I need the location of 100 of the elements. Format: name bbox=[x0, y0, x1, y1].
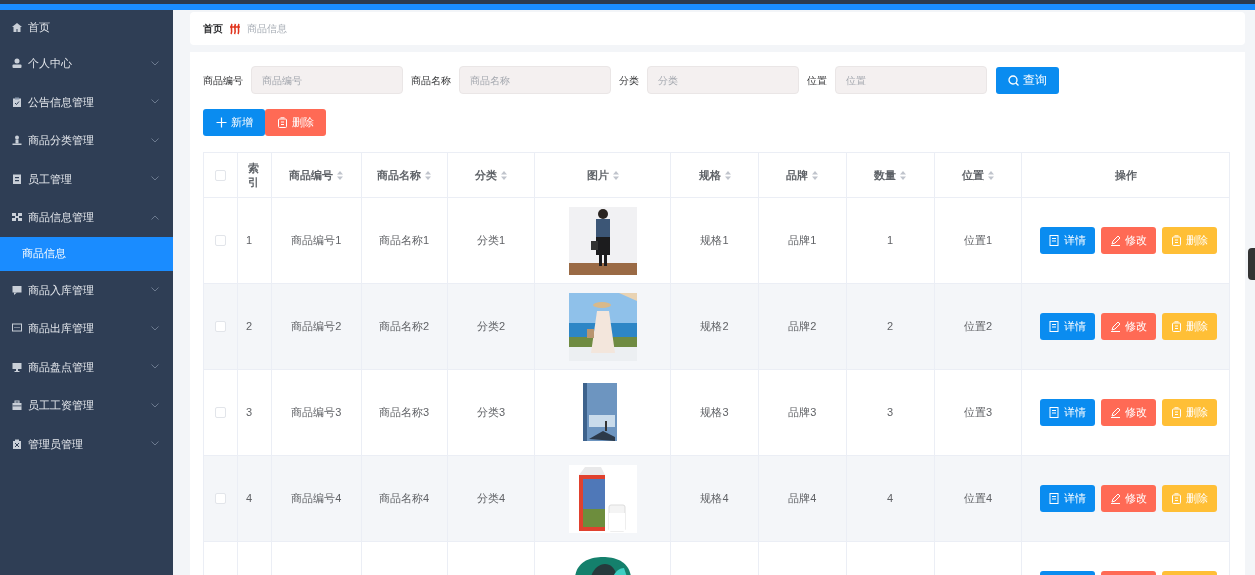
document-icon bbox=[1049, 493, 1061, 504]
table-cell-text: 位置3 bbox=[963, 405, 993, 421]
plus-icon bbox=[215, 117, 227, 128]
menu-item[interactable]: 商品信息管理 bbox=[0, 198, 173, 237]
table-cell-text: 1 bbox=[887, 233, 894, 249]
trash-icon bbox=[277, 117, 288, 128]
sort-icon bbox=[812, 170, 819, 180]
input-field[interactable]: 位置 bbox=[835, 66, 987, 94]
column-header[interactable]: 商品名称 bbox=[377, 166, 422, 184]
table-cell-text: 位置1 bbox=[963, 233, 993, 249]
table-cell-text: 规格2 bbox=[700, 319, 729, 335]
breadcrumb-item[interactable]: 首页 bbox=[203, 21, 223, 36]
document-icon bbox=[12, 173, 22, 184]
home-icon bbox=[12, 22, 22, 32]
menu-item[interactable]: 商品出库管理 bbox=[0, 309, 173, 348]
table-cell-text: 4 bbox=[245, 491, 253, 507]
detail-button[interactable]: 详情 bbox=[1040, 485, 1096, 512]
search-icon bbox=[1008, 74, 1019, 86]
table-cell-text: 品牌3 bbox=[788, 405, 817, 421]
sort-icon bbox=[900, 170, 907, 180]
table-cell-text: 品牌2 bbox=[788, 319, 817, 335]
sort-icon bbox=[724, 170, 731, 180]
detail-button[interactable]: 详情 bbox=[1040, 313, 1096, 340]
table-cell-text: 规格4 bbox=[700, 491, 729, 507]
column-header[interactable]: 规格 bbox=[698, 166, 721, 184]
table-cell-text: 位置4 bbox=[963, 491, 993, 507]
checkbox[interactable] bbox=[214, 493, 226, 504]
trash-icon bbox=[12, 438, 22, 449]
table-cell-text: 分类4 bbox=[476, 491, 505, 507]
table-cell-text: 品牌1 bbox=[788, 233, 817, 249]
checkbox[interactable] bbox=[214, 407, 226, 418]
add-button[interactable]: 新增 bbox=[203, 109, 265, 136]
table-cell-text: 商品编号4 bbox=[291, 491, 342, 507]
table-cell-text: 1 bbox=[245, 233, 253, 249]
detail-button[interactable]: 详情 bbox=[1040, 399, 1096, 426]
figure-icon bbox=[12, 135, 22, 146]
table-cell-text: 商品编号1 bbox=[291, 233, 342, 249]
checkbox[interactable] bbox=[214, 235, 226, 246]
search-button[interactable]: 查询 bbox=[996, 66, 1059, 94]
input-field[interactable]: 商品名称 bbox=[459, 66, 611, 94]
field-label: 位置 bbox=[807, 73, 827, 88]
table-cell-text: 位置2 bbox=[963, 319, 993, 335]
menu-item[interactable]: 员工工资管理 bbox=[0, 386, 173, 425]
table-cell-text: 商品名称1 bbox=[379, 233, 430, 249]
column-header[interactable]: 分类 bbox=[474, 166, 497, 184]
table-cell-text: 3 bbox=[887, 405, 894, 421]
table-cell-text: 商品编号2 bbox=[291, 319, 342, 335]
column-header: 索引 bbox=[248, 160, 261, 190]
trash-icon bbox=[1171, 321, 1183, 332]
column-header[interactable]: 数量 bbox=[874, 166, 897, 184]
sort-icon bbox=[337, 170, 344, 180]
pencil-icon bbox=[1110, 407, 1122, 418]
input-field[interactable]: 分类 bbox=[647, 66, 799, 94]
table-cell-text: 2 bbox=[887, 319, 894, 335]
menu-item[interactable]: 管理员管理 bbox=[0, 424, 173, 463]
table-cell-text: 2 bbox=[245, 319, 253, 335]
table-cell-text: 3 bbox=[245, 405, 253, 421]
column-header: 操作 bbox=[1114, 167, 1137, 183]
table-cell-text: 商品名称4 bbox=[379, 491, 430, 507]
trash-icon bbox=[1171, 407, 1183, 418]
sort-icon bbox=[500, 170, 507, 180]
detail-button[interactable]: 详情 bbox=[1040, 227, 1096, 254]
column-header[interactable]: 商品编号 bbox=[289, 166, 334, 184]
briefcase-icon bbox=[12, 400, 22, 411]
table-cell-text: 商品名称3 bbox=[379, 405, 430, 421]
submenu-item[interactable]: 商品信息 bbox=[0, 236, 173, 271]
document-icon bbox=[1049, 235, 1061, 246]
checkbox[interactable] bbox=[214, 169, 226, 181]
grid-icon bbox=[12, 212, 22, 223]
menu-item[interactable]: 员工管理 bbox=[0, 159, 173, 198]
column-header[interactable]: 图片 bbox=[586, 166, 609, 184]
pencil-icon bbox=[1110, 235, 1122, 246]
pencil-icon bbox=[1110, 321, 1122, 332]
checkbox[interactable] bbox=[214, 321, 226, 332]
table-cell-text: 品牌4 bbox=[788, 491, 817, 507]
trash-icon bbox=[1171, 235, 1183, 246]
table-cell-text: 规格3 bbox=[700, 405, 729, 421]
table-cell-text: 4 bbox=[887, 491, 894, 507]
document-icon bbox=[1049, 407, 1061, 418]
column-header[interactable]: 品牌 bbox=[786, 166, 809, 184]
table-cell-text: 分类1 bbox=[476, 233, 505, 249]
menu-item[interactable]: 公告信息管理 bbox=[0, 82, 173, 121]
field-label: 商品名称 bbox=[411, 73, 451, 88]
sort-icon bbox=[612, 170, 619, 180]
table-cell-text: 规格1 bbox=[700, 233, 729, 249]
menu-item[interactable]: 商品分类管理 bbox=[0, 121, 173, 160]
clipboard-icon bbox=[12, 96, 22, 107]
menu-item[interactable]: 商品入库管理 bbox=[0, 270, 173, 309]
menu-item[interactable]: 个人中心 bbox=[0, 44, 173, 83]
input-field[interactable]: 商品编号 bbox=[251, 66, 403, 94]
table-cell-text: 分类3 bbox=[476, 405, 505, 421]
side-handle[interactable] bbox=[1248, 248, 1255, 280]
column-header[interactable]: 位置 bbox=[962, 166, 984, 184]
menu-item[interactable]: 首页 bbox=[0, 10, 173, 44]
message-icon bbox=[12, 323, 22, 334]
field-label: 分类 bbox=[619, 73, 639, 88]
separator-icon bbox=[229, 22, 241, 35]
table-cell-text: 商品编号3 bbox=[291, 405, 342, 421]
table-cell-text: 分类2 bbox=[476, 319, 505, 335]
menu-item[interactable]: 商品盘点管理 bbox=[0, 347, 173, 386]
